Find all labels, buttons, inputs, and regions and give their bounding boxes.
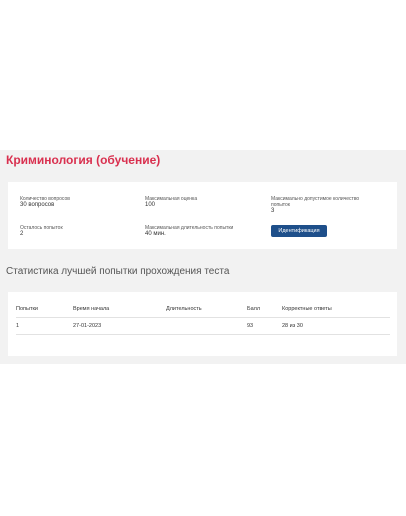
question-count: Количество вопросов 30 вопросов (20, 196, 130, 209)
max-score: Максимальная оценка 100 (145, 196, 255, 209)
page-title: Криминология (обучение) (6, 153, 161, 167)
column-header-attempts: Попытки (16, 306, 38, 312)
max-duration: Максимальная длительность попытки 40 мин… (145, 225, 255, 238)
attempts-left-label: Осталось попыток (20, 225, 63, 231)
test-info-card: Количество вопросов 30 вопросов Максимал… (8, 182, 397, 249)
stats-heading: Статистика лучшей попытки прохождения те… (6, 266, 230, 277)
attempts-left-value: 2 (20, 231, 24, 237)
max-attempts: Максимально допустимое количество попыто… (271, 196, 371, 215)
table-cell-correct-answers: 28 из 30 (282, 323, 303, 329)
max-attempts-label: Максимально допустимое количество попыто… (271, 196, 360, 208)
table-cell-attempt: 1 (16, 323, 20, 329)
table-cell-start-time: 27-01-2023 (73, 323, 102, 329)
column-header-correct-answers: Корректные ответы (282, 306, 332, 312)
column-header-start-time: Время начала (73, 306, 110, 312)
max-score-value: 100 (145, 202, 156, 208)
max-duration-value: 40 мин. (145, 231, 166, 237)
column-header-duration: Длительность (166, 306, 202, 312)
column-header-score: Балл (247, 306, 261, 312)
stats-table: Попытки Время начала Длительность Балл К… (8, 292, 397, 356)
identification-button[interactable]: Идентификация (271, 225, 327, 237)
table-header-divider (16, 317, 390, 318)
table-cell-score: 93 (247, 323, 254, 329)
question-count-value: 30 вопросов (20, 202, 55, 208)
max-attempts-value: 3 (271, 208, 275, 214)
table-row-divider (16, 334, 390, 335)
attempts-left: Осталось попыток 2 (20, 225, 130, 238)
